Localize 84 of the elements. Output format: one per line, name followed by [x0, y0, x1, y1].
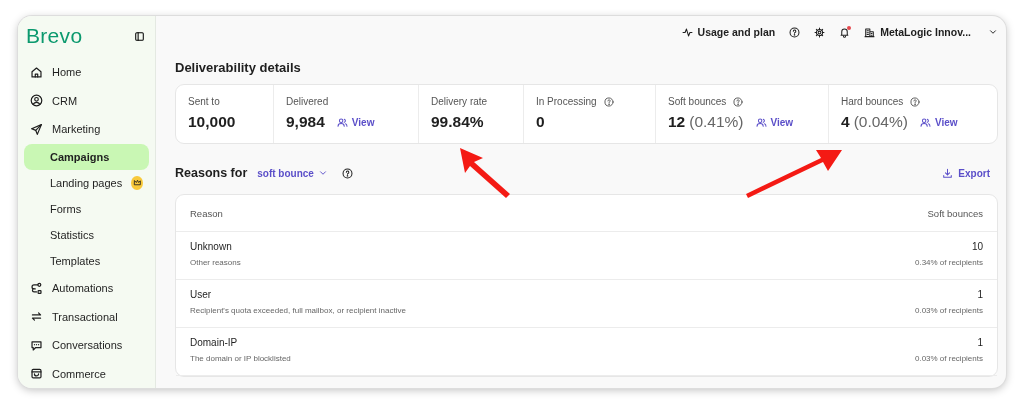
- sidebar-item[interactable]: Marketing: [24, 115, 149, 144]
- sidebar-item[interactable]: Conversations: [24, 330, 149, 360]
- column-header: Soft bounces: [927, 207, 983, 219]
- bag-icon: [30, 367, 43, 381]
- sidebar-item[interactable]: Automations: [24, 273, 149, 303]
- reason-description: The domain or IP blocklisted: [190, 354, 291, 363]
- stat-label: Delivered: [286, 96, 329, 107]
- help-icon: [341, 167, 353, 179]
- stat-value: 4: [841, 113, 850, 131]
- column-header: Reason: [190, 207, 223, 219]
- chevron-down-icon: [317, 168, 328, 178]
- nav-label: Home: [52, 66, 82, 79]
- sidebar-item[interactable]: Home: [24, 58, 149, 87]
- view-link[interactable]: View: [919, 116, 958, 128]
- help-icon[interactable]: [789, 26, 801, 38]
- notification-button[interactable]: [839, 26, 851, 38]
- bounce-count: 1: [977, 337, 983, 348]
- nav-label: Transactional: [52, 310, 118, 323]
- stat-percent: (0.04%): [853, 113, 908, 131]
- view-link[interactable]: View: [336, 116, 375, 128]
- sidebar-subitem[interactable]: Statistics: [24, 221, 149, 248]
- nav-label: CRM: [52, 94, 78, 107]
- people-icon: [919, 116, 931, 128]
- stat-label: Delivery rate: [431, 96, 488, 107]
- stat-label: Soft bounces: [668, 96, 727, 107]
- building-icon: [864, 26, 876, 38]
- nav-label: Templates: [50, 254, 101, 267]
- stat-value: 9,984: [286, 113, 325, 131]
- panel-icon: [134, 30, 145, 42]
- chat-icon: [30, 338, 43, 352]
- user-circle-icon: [30, 94, 43, 108]
- nav-label: Conversations: [52, 339, 123, 352]
- stat-label: Sent to: [188, 96, 220, 107]
- stat-value: 12: [668, 113, 686, 131]
- sidebar-subitem[interactable]: Campaigns: [24, 143, 149, 170]
- recipient-share: 0.03% of recipients: [914, 354, 983, 363]
- reason-description: Recipient's quota exceeded, full mailbox, or recipient inactive: [190, 306, 406, 315]
- stat-label: Hard bounces: [841, 96, 904, 107]
- reason-name: Domain-IP: [190, 337, 239, 348]
- nav-label: Automations: [52, 282, 114, 295]
- reason-name: Unknown: [190, 241, 233, 252]
- annotation-arrow: [460, 148, 510, 198]
- bell-icon: [839, 26, 851, 38]
- section-title: Reasons for: [175, 166, 248, 180]
- stat-value: 0: [536, 113, 545, 131]
- nav-label: Campaigns: [50, 150, 110, 163]
- export-link[interactable]: Export: [942, 167, 998, 179]
- nav-label: Forms: [50, 202, 82, 215]
- nav-label: Marketing: [52, 123, 101, 136]
- bounce-count: 10: [971, 241, 983, 252]
- sidebar-item[interactable]: Transactional: [24, 302, 149, 331]
- settings-icon[interactable]: [814, 26, 826, 38]
- swap-arrows-icon: [30, 310, 43, 324]
- filter-dropdown[interactable]: soft bounce: [257, 167, 328, 179]
- sidebar-subitem[interactable]: Templates: [24, 247, 149, 274]
- stat-value: 10,000: [188, 113, 236, 131]
- send-icon: [30, 122, 43, 136]
- people-icon: [336, 116, 348, 128]
- sidebar-item[interactable]: Commerce: [24, 359, 149, 388]
- reason-description: Other reasons: [190, 258, 241, 267]
- nav-label: Landing pages: [50, 176, 123, 189]
- workflow-icon: [30, 281, 43, 295]
- usage-link[interactable]: Usage and plan: [681, 26, 776, 38]
- view-link[interactable]: View: [755, 116, 794, 128]
- sidebar-item[interactable]: CRM: [24, 86, 149, 116]
- sidebar-subitem[interactable]: Landing pages: [24, 169, 149, 196]
- nav-label: Statistics: [50, 228, 94, 241]
- account-menu[interactable]: MetaLogic Innov...: [864, 26, 998, 38]
- activity-icon: [681, 26, 693, 38]
- download-icon: [942, 167, 954, 179]
- reason-name: User: [190, 289, 213, 300]
- people-icon: [755, 116, 767, 128]
- chevron-down-icon: [988, 27, 998, 37]
- stat-value: 99.84%: [431, 113, 484, 131]
- recipient-share: 0.03% of recipients: [914, 306, 983, 315]
- bounce-count: 1: [977, 289, 983, 300]
- sidebar-subitem[interactable]: Forms: [24, 195, 149, 222]
- home-icon: [30, 65, 43, 79]
- stat-label: In Processing: [536, 96, 597, 107]
- stat-percent: (0.41%): [689, 113, 744, 131]
- nav-label: Commerce: [52, 367, 106, 380]
- recipient-share: 0.34% of recipients: [914, 258, 983, 267]
- section-title: Deliverability details: [175, 60, 302, 75]
- sidebar-toggle-button[interactable]: [134, 30, 145, 42]
